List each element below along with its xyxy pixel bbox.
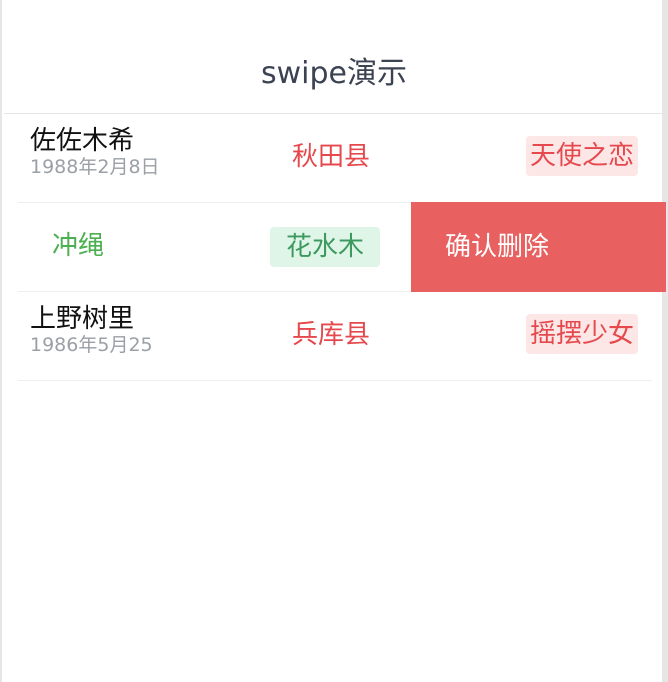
app-frame: swipe演示 佐佐木希 1988年2月8日 秋田县 天使之恋 冲绳 花水木 确…: [0, 0, 668, 682]
person-city: 兵库县: [292, 320, 371, 350]
person-info: 佐佐木希 1988年2月8日: [30, 126, 160, 178]
person-name: 佐佐木希: [30, 126, 135, 156]
list-item-swiped[interactable]: 冲绳 花水木 确认删除: [18, 202, 666, 292]
person-birthdate: 1988年2月8日: [30, 156, 160, 178]
list-item[interactable]: 上野树里 1986年5月25 兵库县 摇摆少女: [18, 292, 652, 381]
person-name: 上野树里: [30, 304, 135, 334]
person-info: 上野树里 1986年5月25: [30, 304, 153, 356]
list-item-content[interactable]: 佐佐木希 1988年2月8日 秋田县 天使之恋: [18, 114, 652, 202]
confirm-delete-button[interactable]: 确认删除: [411, 202, 666, 292]
work-tag: 天使之恋: [525, 136, 638, 176]
item-name: 冲绳: [52, 231, 105, 261]
list-item[interactable]: 佐佐木希 1988年2月8日 秋田县 天使之恋: [18, 114, 652, 203]
nav-bar: swipe演示: [4, 0, 664, 114]
person-city: 秋田县: [292, 142, 371, 172]
list-item-content[interactable]: 冲绳 花水木: [18, 203, 411, 291]
swipe-list: 佐佐木希 1988年2月8日 秋田县 天使之恋 冲绳 花水木 确认删除 上野树里…: [4, 114, 666, 381]
item-tag: 花水木: [270, 227, 381, 267]
list-item-content[interactable]: 上野树里 1986年5月25 兵库县 摇摆少女: [18, 292, 652, 380]
work-tag: 摇摆少女: [525, 314, 638, 354]
person-birthdate: 1986年5月25: [30, 334, 153, 356]
page-title: swipe演示: [260, 56, 407, 91]
